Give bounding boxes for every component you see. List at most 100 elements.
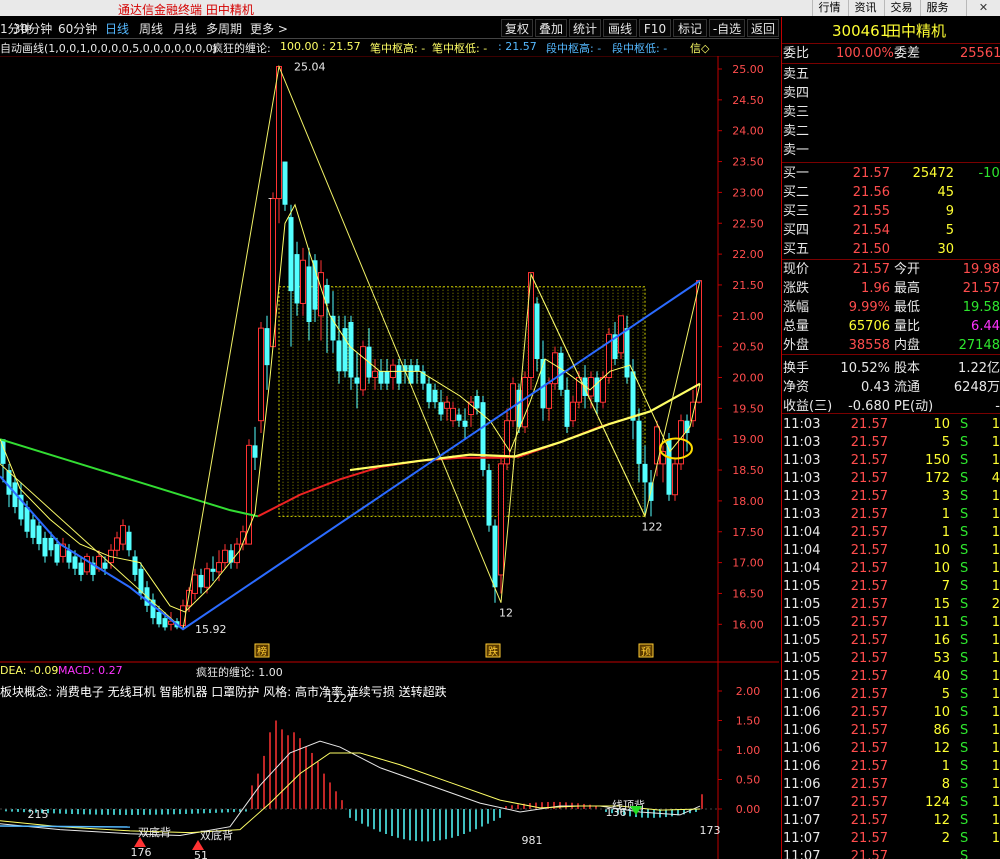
weicha-label: 委差 (894, 46, 921, 61)
tick-row: 11:06 21.57 10 S 1 (782, 703, 1000, 722)
stat-row: 外盘 38558 内盘 27148 (782, 336, 1000, 355)
tick-time: 11:05 (783, 615, 821, 630)
tick-volume: 10 (933, 543, 950, 558)
candle-up (546, 383, 552, 409)
candle-down (126, 531, 132, 551)
tick-price: 21.57 (850, 831, 888, 846)
candle-down (384, 371, 390, 384)
tick-row: 11:06 21.57 12 S 1 (782, 739, 1000, 758)
candle-up (372, 370, 378, 378)
tick-volume: 150 (925, 453, 950, 468)
tick-count: 1 (991, 651, 1000, 666)
ma-short-yellow (0, 203, 701, 613)
stat-label: 外盘 (783, 338, 810, 353)
sell-row: 卖五 (782, 65, 1000, 84)
tick-time: 11:05 (783, 597, 821, 612)
tick-side: S (960, 741, 969, 756)
tab-monthly[interactable]: 月线 (173, 20, 197, 37)
tick-time: 11:07 (783, 813, 821, 828)
tab-daily[interactable]: 日线 (105, 20, 129, 37)
candle-down (624, 328, 630, 378)
stats-button[interactable]: 统计 (569, 19, 601, 37)
pen-center-low: 笔中枢低: - (432, 42, 488, 55)
candle-up (600, 377, 606, 403)
sell-level-label: 卖三 (783, 105, 810, 120)
macd-axis-label: 0.00 (736, 803, 761, 816)
tick-volume: 40 (933, 669, 950, 684)
candle-down (630, 371, 636, 421)
indicator-name: 疯狂的缠论: (212, 42, 271, 55)
tick-side: S (960, 705, 969, 720)
tab-60min[interactable]: 60分钟 (58, 20, 97, 37)
tick-price: 21.57 (850, 615, 888, 630)
tab-30min[interactable]: 30分钟 (13, 20, 52, 37)
tick-count: 1 (991, 561, 1000, 576)
candle-down (456, 414, 462, 421)
tick-count: 1 (991, 705, 1000, 720)
candle-up (498, 463, 504, 576)
stat-value-2: 27148 (958, 338, 1000, 353)
tick-volume: 3 (941, 489, 950, 504)
tick-volume: 10 (933, 705, 950, 720)
menu-news[interactable]: 资讯 (848, 0, 882, 16)
tab-multi-period[interactable]: 多周期 (206, 20, 242, 37)
tick-count: 1 (991, 633, 1000, 648)
buy-price: 21.55 (852, 204, 890, 219)
tick-side: S (960, 417, 969, 432)
overlay-button[interactable]: 叠加 (535, 19, 567, 37)
tick-row: 11:05 21.57 53 S 1 (782, 649, 1000, 668)
candle-down (78, 562, 84, 575)
tick-side: S (960, 561, 969, 576)
tick-count: 4 (991, 471, 1000, 486)
candle-down (156, 611, 162, 625)
menu-quotes[interactable]: 行情 (812, 0, 846, 16)
marker-label: 榜 (257, 645, 267, 658)
f10-button[interactable]: F10 (639, 19, 671, 37)
tick-price: 21.57 (850, 633, 888, 648)
price-axis-label: 18.00 (732, 495, 764, 508)
price-axis-label: 17.50 (732, 526, 764, 539)
buy-price: 21.50 (852, 242, 890, 257)
back-button[interactable]: 返回 (747, 19, 779, 37)
menu-service[interactable]: 服务 (920, 0, 954, 16)
tick-row: 11:06 21.57 8 S 1 (782, 775, 1000, 794)
remove-favorite-button[interactable]: -自选 (709, 19, 745, 37)
stat-value: 1.96 (861, 281, 890, 296)
tick-count: 1 (991, 759, 1000, 774)
price-axis-label: 19.50 (732, 402, 764, 415)
menu-trade[interactable]: 交易 (884, 0, 918, 16)
mark-button[interactable]: 标记 (673, 19, 707, 37)
tick-count: 1 (991, 579, 1000, 594)
sell-level-label: 卖一 (783, 143, 810, 158)
tick-price: 21.57 (850, 651, 888, 666)
tick-price: 21.57 (850, 741, 888, 756)
candle-up (222, 549, 228, 564)
blue-value: : 21.57 (498, 40, 537, 53)
high-label: 25.04 (294, 61, 326, 74)
tick-side: S (960, 777, 969, 792)
tick-side: S (960, 507, 969, 522)
stat-value-2: 19.58 (962, 300, 1000, 315)
tick-volume: 16 (933, 633, 950, 648)
tick-count: 1 (991, 687, 1000, 702)
buy-price: 21.54 (852, 223, 890, 238)
candle-down (564, 389, 570, 427)
tab-more[interactable]: 更多 > (250, 20, 288, 37)
tick-time: 11:04 (783, 561, 821, 576)
candle-down (66, 550, 72, 563)
tick-price: 21.57 (850, 561, 888, 576)
close-icon[interactable]: ✕ (966, 0, 1000, 16)
sell-row: 卖三 (782, 103, 1000, 122)
restore-rights-button[interactable]: 复权 (501, 19, 533, 37)
draw-line-button[interactable]: 画线 (603, 19, 637, 37)
tab-weekly[interactable]: 周线 (139, 20, 163, 37)
indicator-info: 自动画线(1,0,0,1,0,0,0,0,5,0,0,0,0,0,0,0) 疯狂… (0, 40, 716, 56)
tick-count: 1 (991, 615, 1000, 630)
price-axis-label: 20.50 (732, 341, 764, 354)
kline-chart[interactable]: 25.04 15.92 12 122 - 榜 跌 预 25.00 24.50 24.00 23.50… (0, 56, 781, 859)
candle-down (432, 389, 438, 403)
candle-down (426, 383, 432, 403)
candle-down (396, 365, 402, 384)
buy-volume: 25472 (912, 166, 954, 181)
candle-up (570, 401, 576, 422)
